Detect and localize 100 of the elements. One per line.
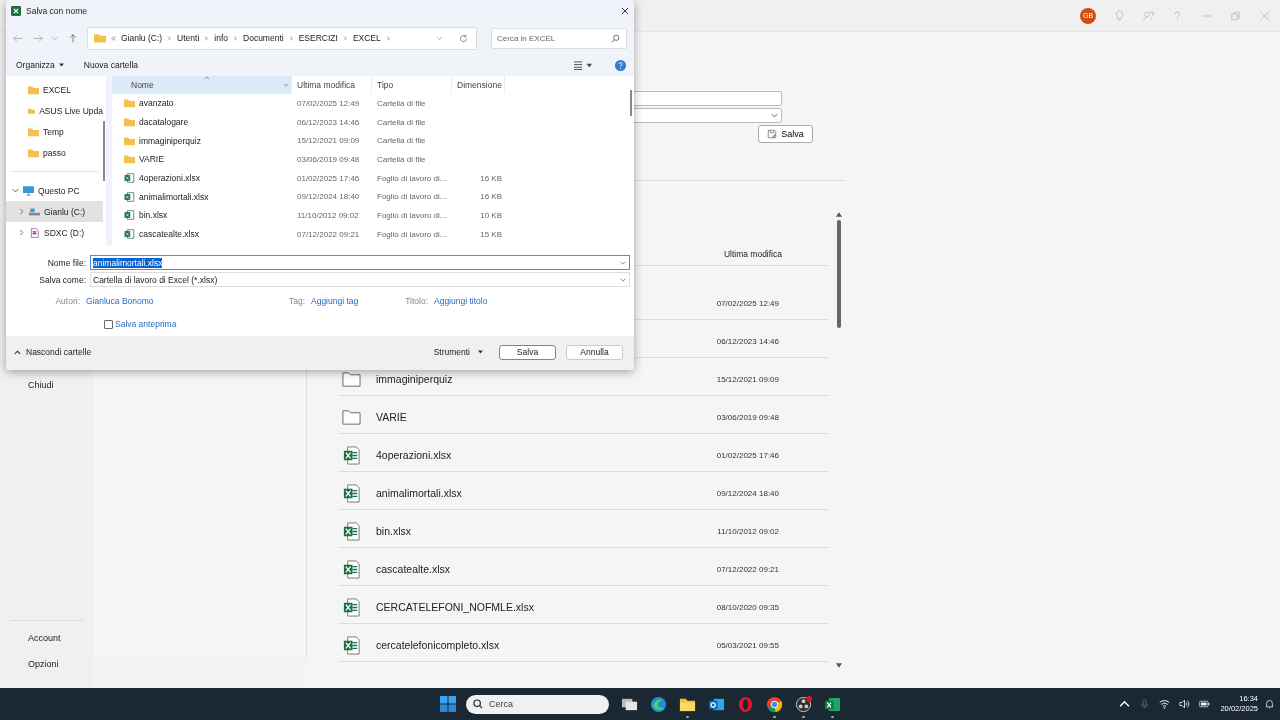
navigation-item[interactable]: Questo PC <box>6 180 103 201</box>
scrollbar-thumb[interactable] <box>630 90 632 116</box>
back-icon[interactable] <box>13 33 23 43</box>
nav-item[interactable]: Chiudi <box>0 376 93 402</box>
nav-item[interactable]: Opzioni <box>0 655 93 681</box>
refresh-icon[interactable] <box>459 33 468 43</box>
metadata-link[interactable]: Gianluca Bonomo <box>86 296 226 306</box>
view-menu-icon[interactable] <box>573 60 593 70</box>
lightbulb-icon[interactable] <box>1114 9 1125 22</box>
breadcrumb-item[interactable]: Gianlu (C:) <box>121 33 163 43</box>
spreadsheet-icon <box>342 445 361 465</box>
file-row[interactable]: cascatealte.xlsx 07/12/2022 09:21 <box>338 548 829 586</box>
column-header[interactable]: Dimensione <box>452 76 505 94</box>
breadcrumb-item[interactable]: info <box>214 33 229 43</box>
double-chevron-icon[interactable] <box>111 35 116 41</box>
file-row[interactable]: animalimortali.xlsx 09/12/2024 18:40 Foglio di lavoro di... 16 KB <box>112 187 628 207</box>
file-type-dropdown[interactable]: Cartella di lavoro di Excel (*.xlsx) <box>90 272 630 287</box>
breadcrumb-item[interactable]: Utenti <box>177 33 200 43</box>
file-row[interactable]: avanzato 07/02/2025 12:49 Cartella di file <box>112 94 628 113</box>
breadcrumb-item[interactable]: ESERCIZI <box>298 33 338 43</box>
chevron-right-icon[interactable] <box>385 35 391 41</box>
column-header[interactable]: Tipo <box>372 76 452 94</box>
recorder-icon[interactable] <box>795 695 812 713</box>
chevron-right-icon[interactable] <box>233 35 239 41</box>
restore-icon[interactable] <box>1230 9 1241 22</box>
preview-checkbox[interactable]: Salva anteprima <box>104 319 177 329</box>
chevron-down-icon[interactable] <box>620 260 626 265</box>
scrollbar[interactable] <box>836 212 841 668</box>
chevron-up-icon[interactable] <box>1119 699 1131 709</box>
file-row[interactable]: VARIE 03/06/2019 09:48 Cartella di file <box>112 150 628 169</box>
organize-button[interactable]: Organizza <box>16 60 64 70</box>
search-input[interactable]: Cerca <box>489 694 599 714</box>
chevron-right-icon[interactable] <box>342 35 348 41</box>
browser-icon[interactable] <box>650 695 667 713</box>
volume-icon[interactable] <box>1179 699 1191 709</box>
chevron-icon[interactable] <box>18 229 25 236</box>
file-row[interactable]: animalimortali.xlsx 09/12/2024 18:40 <box>338 472 829 510</box>
close-icon[interactable] <box>621 7 629 15</box>
chevron-right-icon[interactable] <box>288 35 294 41</box>
navigation-item[interactable]: passo <box>6 142 103 163</box>
metadata-link[interactable]: Aggiungi tag <box>311 296 396 306</box>
field-label: Tag: <box>287 296 306 306</box>
navigation-item[interactable]: EXCEL <box>6 79 103 100</box>
nav-item[interactable]: Account <box>0 629 93 655</box>
battery-icon[interactable] <box>1199 699 1211 709</box>
field-label: Nome file: <box>46 257 87 268</box>
notification-icon[interactable] <box>1264 699 1275 709</box>
file-row[interactable]: immaginiperquiz 15/12/2021 09:09 Cartella di file <box>112 131 628 151</box>
file-row[interactable]: bin.xlsx 11/10/2012 09:02 Foglio di lavoro di... 10 KB <box>112 206 628 225</box>
forward-icon[interactable] <box>33 33 43 43</box>
arrow-down-icon[interactable] <box>835 663 842 668</box>
start-icon[interactable] <box>440 696 456 712</box>
chevron-down-icon[interactable] <box>51 35 58 41</box>
column-header[interactable]: Nome <box>112 76 292 94</box>
file-row[interactable]: cascatealte.xlsx 07/12/2022 09:21 Foglio di lavoro di... 15 KB <box>112 224 628 244</box>
chevron-down-icon[interactable] <box>620 277 626 282</box>
folder-icon <box>124 154 135 165</box>
file-name-field[interactable]: animalimortali.xlsx <box>90 255 630 270</box>
address-bar[interactable]: Gianlu (C:) Utenti info Documenti ESERCIZI EXCEL <box>87 26 477 50</box>
chevron-icon[interactable] <box>18 208 25 215</box>
navigation-item[interactable]: Temp <box>6 121 103 142</box>
wifi-icon[interactable] <box>1159 699 1171 709</box>
browser-icon[interactable] <box>766 695 783 713</box>
save-button[interactable]: Salva <box>758 125 813 143</box>
chevron-down-icon[interactable] <box>437 35 442 41</box>
save-button[interactable]: Salva <box>499 344 556 360</box>
file-row[interactable]: cercatelefonicompleto.xlsx 05/03/2021 09:55 <box>338 624 829 662</box>
file-row[interactable]: CERCATELEFONI_NOFMLE.xlsx 08/10/2020 09:35 <box>338 586 829 624</box>
spreadsheet-icon <box>342 635 361 655</box>
column-header[interactable]: Ultima modifica <box>292 76 372 94</box>
spreadsheet-app-icon[interactable] <box>824 695 841 713</box>
cancel-button[interactable]: Annulla <box>566 344 623 360</box>
arrow-up-icon[interactable] <box>835 212 842 217</box>
microphone-icon[interactable] <box>1139 699 1151 709</box>
breadcrumb-item[interactable]: EXCEL <box>352 33 381 43</box>
chevron-right-icon[interactable] <box>167 35 173 41</box>
navigation-item[interactable]: ASUS Live Upda <box>6 100 103 121</box>
file-row[interactable]: bin.xlsx 11/10/2012 09:02 <box>338 510 829 548</box>
breadcrumb-item[interactable]: Documenti <box>243 33 284 43</box>
file-row[interactable]: dacatalogare 06/12/2023 14:46 Cartella di file <box>112 112 628 132</box>
chevron-right-icon[interactable] <box>204 35 210 41</box>
file-row[interactable]: VARIE 03/06/2019 09:48 <box>338 396 829 434</box>
navigation-item[interactable]: SDXC (D:) <box>6 222 103 243</box>
up-arrow-icon[interactable] <box>68 33 78 43</box>
chevron-down-icon[interactable] <box>283 83 289 87</box>
hide-folders-button[interactable]: Nascondi cartelle <box>14 347 92 357</box>
tools-button[interactable]: Strumenti <box>433 347 483 357</box>
help-icon[interactable] <box>615 59 626 71</box>
scrollbar-thumb[interactable] <box>103 121 105 181</box>
search-field[interactable]: Cerca <box>466 694 609 714</box>
file-row[interactable]: 4operazioni.xlsx 01/02/2025 17:46 <box>338 434 829 472</box>
chevron-icon[interactable] <box>12 187 19 194</box>
navigation-item[interactable]: Gianlu (C:) <box>6 201 103 222</box>
folder-icon <box>342 369 361 389</box>
new-folder-button[interactable]: Nuova cartella <box>83 60 139 70</box>
metadata-link[interactable]: Aggiungi titolo <box>434 296 634 306</box>
file-row[interactable]: 4operazioni.xlsx 01/02/2025 17:46 Foglio di lavoro di... 16 KB <box>112 168 628 188</box>
column-header[interactable]: Ultima modifica <box>723 248 782 259</box>
search-icon[interactable] <box>611 33 620 43</box>
window-title: Salva con nome <box>26 6 88 16</box>
